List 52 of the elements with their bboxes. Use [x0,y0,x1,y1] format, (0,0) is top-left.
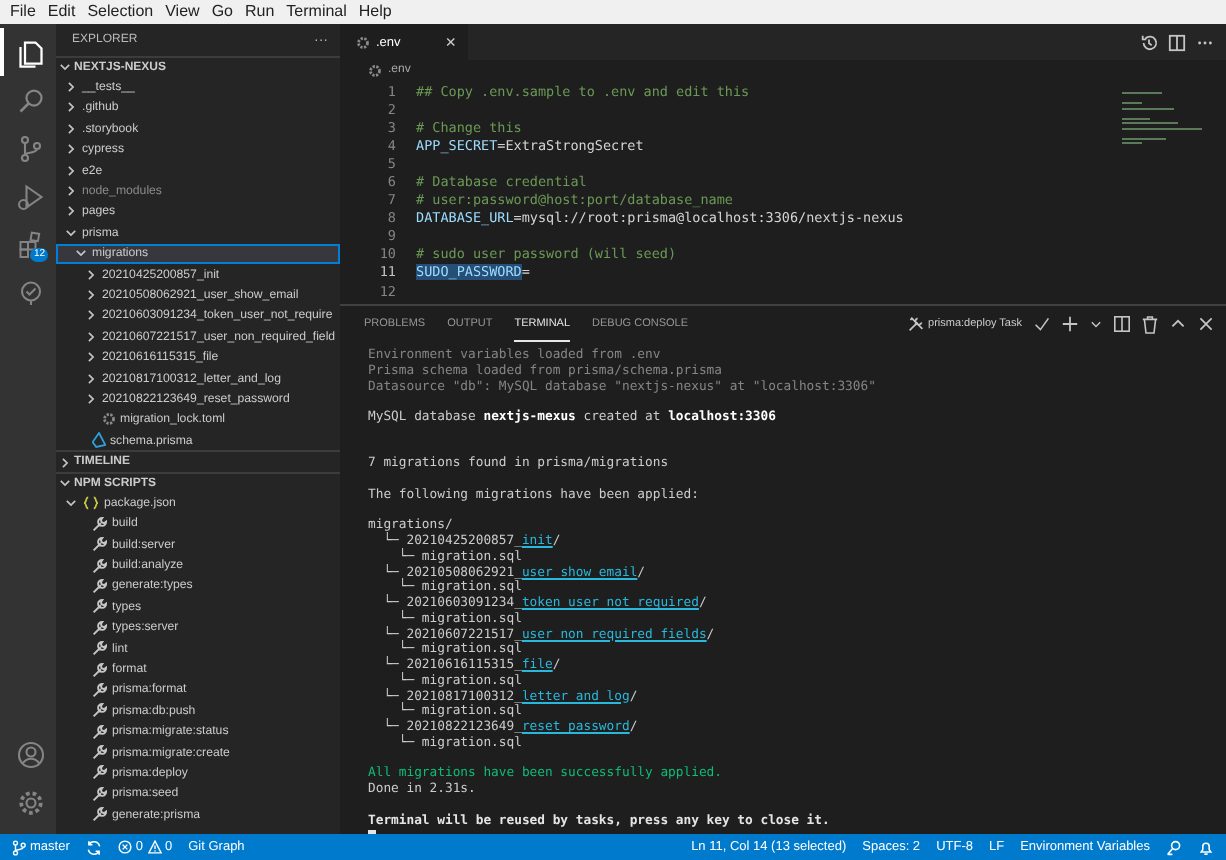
wrench-icon [92,785,108,802]
menu-item[interactable]: File [4,0,42,24]
wrench-icon [92,702,108,719]
braces-icon [82,495,100,510]
gear-icon [102,412,116,427]
wrench-icon [92,515,108,532]
wrench-icon [92,661,108,678]
menu-item[interactable]: View [159,0,206,24]
menu-item[interactable]: Edit [41,0,82,24]
search-icon[interactable] [15,85,45,115]
branch-icon [12,839,26,855]
wrench-icon [92,806,108,823]
menu-item[interactable]: Help [352,0,398,24]
account-icon[interactable] [15,739,45,769]
extensions-icon[interactable] [15,229,45,259]
wrench-icon [92,723,108,740]
split-terminal-icon[interactable] [1114,316,1130,332]
settings-icon[interactable] [15,787,45,817]
menu-item[interactable]: Go [205,0,239,24]
minimap [1122,92,1202,144]
wrench-icon [92,557,108,574]
check-circle-icon[interactable] [15,277,45,307]
files-icon[interactable] [15,37,45,67]
trash-icon[interactable] [1142,315,1158,333]
wrench-icon [92,764,108,781]
tools-icon [908,316,925,332]
history-icon[interactable] [1140,33,1158,51]
wrench-icon [92,744,108,761]
close-icon[interactable] [1198,316,1214,332]
menu-item[interactable]: Selection [81,0,160,24]
bell-icon[interactable] [1198,839,1214,855]
wrench-icon [92,577,108,594]
chevron-up-icon[interactable] [1170,316,1186,332]
wrench-icon [92,619,108,636]
sync-icon[interactable] [85,839,102,855]
close-button[interactable]: × [445,32,456,52]
menu-item[interactable]: Run [238,0,281,24]
chevron-down-icon[interactable] [1090,318,1102,330]
feedback-icon[interactable] [1166,839,1182,855]
error-icon [117,840,132,854]
wrench-icon [92,640,108,657]
split-editor-icon[interactable] [1168,33,1186,51]
run-debug-icon[interactable] [15,181,45,211]
wrench-icon [92,536,108,553]
warning-icon [147,840,161,854]
menu-item[interactable]: Terminal [280,0,353,24]
wrench-icon [92,598,108,615]
check-icon[interactable] [1034,316,1050,332]
triangle-icon [92,432,106,449]
wrench-icon [92,681,108,698]
source-control-icon[interactable] [15,133,45,163]
plus-icon[interactable] [1062,316,1078,332]
